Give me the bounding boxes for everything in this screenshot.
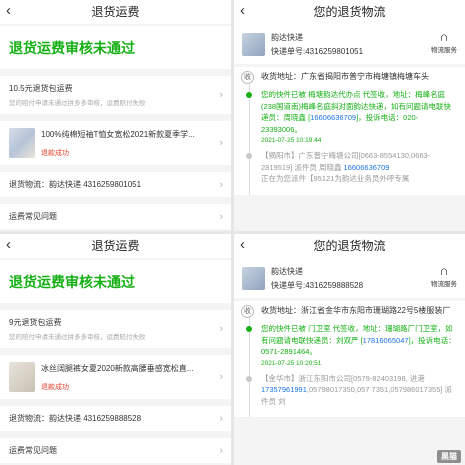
back-arrow-icon[interactable]: ‹ bbox=[6, 0, 11, 22]
back-arrow-icon[interactable]: ‹ bbox=[240, 234, 245, 256]
timeline-dot-icon bbox=[246, 326, 252, 332]
page-title: 您的退货物流 bbox=[313, 5, 386, 19]
fee-note: 您的赔付申请未通过拼多多审核，运费赔付失败 bbox=[9, 100, 146, 107]
product-title: 100%纯棉短袖T恤女宽松2021新款夏季学... bbox=[41, 129, 195, 139]
review-failed-banner: 退货运费审核未通过 bbox=[0, 260, 231, 303]
product-thumbnail bbox=[9, 128, 35, 158]
product-title: 冰丝阔腿裤女夏2020新款高腰垂感宽松直... bbox=[41, 363, 194, 373]
logistics-service-button[interactable]: ∩ 物流服务 bbox=[431, 29, 457, 55]
tracking-number: 快递单号:4316259801051 bbox=[271, 46, 364, 56]
chevron-right-icon: › bbox=[219, 371, 223, 383]
product-thumbnail bbox=[9, 362, 35, 392]
freight-faq-label: 运费常见问题 bbox=[9, 212, 57, 221]
logistics-service-button[interactable]: ∩ 物流服务 bbox=[431, 263, 457, 289]
chevron-right-icon: › bbox=[219, 210, 223, 223]
refund-status: 退款成功 bbox=[41, 383, 69, 391]
delivery-address: 收 收货地址：浙江省金华市东阳市珊瑚路22号5楼服装厂 bbox=[241, 305, 457, 318]
carrier-card: 韵达快递 快递单号:4316259801051 ∩ 物流服务 bbox=[234, 24, 465, 64]
return-freight-panel-1: ‹ 退货运费 退货运费审核未通过 10.5元退货包运费 您的赔付申请未通过拼多多… bbox=[0, 0, 231, 231]
tracking-number: 快递单号:4316259888528 bbox=[271, 280, 364, 290]
tracking-event: 您的快件已被 门卫室 代签收，地址：珊瑚路厂门卫室，如有问题请电联快递员：刘双严… bbox=[246, 323, 457, 367]
page-title: 退货运费 bbox=[91, 5, 140, 19]
carrier-name: 韵达快递 bbox=[271, 266, 303, 276]
logistics-service-label: 物流服务 bbox=[431, 281, 457, 288]
address-text: 收货地址：广东省揭阳市普宁市梅塘镇梅塘车头 bbox=[261, 72, 429, 81]
back-arrow-icon[interactable]: ‹ bbox=[6, 234, 11, 256]
page-title: 您的退货物流 bbox=[313, 239, 386, 253]
freight-faq-row[interactable]: 运费常见问题 › bbox=[0, 438, 231, 463]
courier-phone-link[interactable]: 16606636709 bbox=[344, 163, 390, 172]
return-logistics-panel-2: ‹ 您的退货物流 韵达快递 快递单号:4316259888528 ∩ 物流服务 … bbox=[234, 234, 465, 465]
freight-faq-label: 运费常见问题 bbox=[9, 446, 57, 455]
return-logistics-label: 退货物流：韵达快递 4316259801051 bbox=[9, 180, 142, 189]
chevron-right-icon: › bbox=[219, 412, 223, 425]
product-card[interactable]: 100%纯棉短袖T恤女宽松2021新款夏季学... 退款成功 › bbox=[0, 121, 231, 165]
carrier-name: 韵达快递 bbox=[271, 32, 303, 42]
fee-title: 9元退货包运费 bbox=[9, 318, 62, 327]
chevron-right-icon: › bbox=[219, 323, 223, 335]
chevron-right-icon: › bbox=[219, 178, 223, 191]
headset-icon: ∩ bbox=[439, 29, 449, 44]
courier-phone-link[interactable]: 17357961991 bbox=[261, 385, 307, 394]
event-text: 【金华市】浙江东阳市公司[0579-82403198, 进港 bbox=[261, 373, 425, 383]
return-logistics-panel-1: ‹ 您的退货物流 韵达快递 快递单号:4316259801051 ∩ 物流服务 … bbox=[234, 0, 465, 231]
logistics-service-label: 物流服务 bbox=[431, 47, 457, 54]
freight-fee-card[interactable]: 9元退货包运费 您的赔付申请未通过拼多多审核，运费赔付失败 › bbox=[0, 310, 231, 348]
timeline-dot-icon bbox=[246, 153, 252, 159]
return-logistics-row[interactable]: 退货物流：韵达快递 4316259888528 › bbox=[0, 406, 231, 431]
refund-status: 退款成功 bbox=[41, 149, 69, 157]
carrier-logo bbox=[242, 266, 265, 290]
address-text: 收货地址：浙江省金华市东阳市珊瑚路22号5楼服装厂 bbox=[261, 306, 451, 315]
receive-badge-icon: 收 bbox=[241, 305, 254, 318]
carrier-logo bbox=[242, 32, 265, 56]
tracking-event: 【揭阳市】广东普宁梅塘公司[0663-8554130,0663-2819519]… bbox=[246, 150, 457, 185]
chevron-right-icon: › bbox=[219, 89, 223, 101]
return-logistics-label: 退货物流：韵达快递 4316259888528 bbox=[9, 414, 142, 423]
header: ‹ 您的退货物流 bbox=[234, 0, 465, 24]
courier-phone-link[interactable]: 17816065047 bbox=[363, 336, 409, 345]
carrier-card: 韵达快递 快递单号:4316259888528 ∩ 物流服务 bbox=[234, 258, 465, 298]
header: ‹ 退货运费 bbox=[0, 0, 231, 24]
receive-badge-icon: 收 bbox=[241, 71, 254, 84]
product-card[interactable]: 冰丝阔腿裤女夏2020新款高腰垂感宽松直... 退款成功 › bbox=[0, 355, 231, 399]
event-time: 2021-07-25 10:19:44 bbox=[261, 137, 322, 144]
tracking-event: 您的快件已被 梅塘韵达代办点 代签收，地址：梅峰名庭(238国道南)梅峰名庭斜对… bbox=[246, 89, 457, 144]
event-time: 2021-07-25 10:20:51 bbox=[261, 359, 322, 367]
chevron-right-icon: › bbox=[219, 137, 223, 149]
headset-icon: ∩ bbox=[439, 263, 449, 278]
timeline-dot-icon bbox=[246, 92, 252, 98]
return-logistics-row[interactable]: 退货物流：韵达快递 4316259801051 › bbox=[0, 172, 231, 197]
freight-faq-row[interactable]: 运费常见问题 › bbox=[0, 204, 231, 229]
header: ‹ 您的退货物流 bbox=[234, 234, 465, 258]
tracking-timeline: 收 收货地址：浙江省金华市东阳市珊瑚路22号5楼服装厂 您的快件已被 门卫室 代… bbox=[234, 301, 465, 417]
freight-fee-card[interactable]: 10.5元退货包运费 您的赔付申请未通过拼多多审核，运费赔付失败 › bbox=[0, 76, 231, 114]
delivery-address: 收 收货地址：广东省揭阳市普宁市梅塘镇梅塘车头 bbox=[241, 71, 457, 84]
back-arrow-icon[interactable]: ‹ bbox=[240, 0, 245, 22]
chevron-right-icon: › bbox=[219, 444, 223, 457]
timeline-dot-icon bbox=[246, 375, 252, 382]
event-text-tail: 正在为您派件【95121为韵达业务员外呼专属 bbox=[261, 174, 410, 183]
page-title: 退货运费 bbox=[91, 239, 140, 253]
courier-phone-link[interactable]: 16606636709 bbox=[310, 113, 356, 122]
fee-title: 10.5元退货包运费 bbox=[9, 84, 73, 93]
return-freight-panel-2: ‹ 退货运费 退货运费审核未通过 9元退货包运费 您的赔付申请未通过拼多多审核，… bbox=[0, 234, 231, 465]
header: ‹ 退货运费 bbox=[0, 234, 231, 258]
tracking-event: 【金华市】浙江东阳市公司[0579-82403198, 进港 1735796199… bbox=[246, 373, 457, 408]
review-failed-banner: 退货运费审核未通过 bbox=[0, 26, 231, 69]
watermark-logo: 黑猫 bbox=[437, 450, 461, 463]
tracking-timeline: 收 收货地址：广东省揭阳市普宁市梅塘镇梅塘车头 您的快件已被 梅塘韵达代办点 代… bbox=[234, 67, 465, 195]
fee-note: 您的赔付申请未通过拼多多审核，运费赔付失败 bbox=[9, 334, 146, 341]
